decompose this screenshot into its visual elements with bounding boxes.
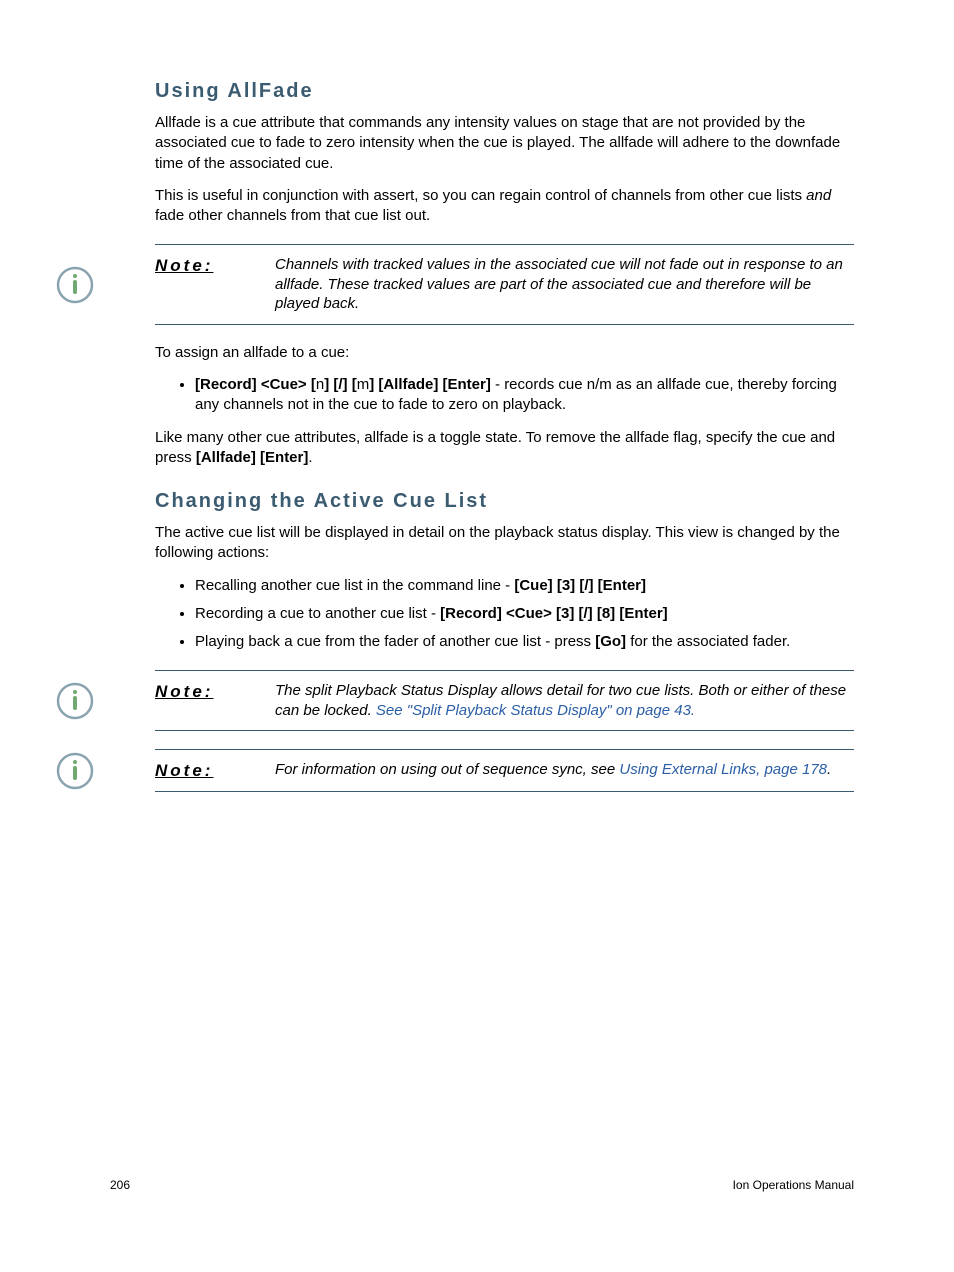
note-frame: Note: The split Playback Status Display … bbox=[155, 670, 854, 731]
section-title-allfade: Using AllFade bbox=[155, 80, 854, 103]
section-title-active-cue: Changing the Active Cue List bbox=[155, 490, 854, 513]
note-frame: Note: For information on using out of se… bbox=[155, 749, 854, 792]
note-label: Note: bbox=[155, 255, 275, 276]
note-block: Note: For information on using out of se… bbox=[105, 749, 854, 792]
text: Playing back a cue from the fader of ano… bbox=[195, 633, 595, 650]
text: for the associated fader. bbox=[626, 633, 790, 650]
note-label: Note: bbox=[155, 760, 275, 781]
text: n bbox=[316, 376, 324, 393]
text-bold: ] [/] [ bbox=[324, 376, 356, 393]
text-bold: [Record] <Cue> [3] [/] [8] [Enter] bbox=[440, 605, 668, 622]
bullet-list: Recalling another cue list in the comman… bbox=[155, 576, 854, 653]
text-bold: [Allfade] [Enter] bbox=[196, 449, 309, 466]
note-frame: Note: Channels with tracked values in th… bbox=[155, 244, 854, 325]
text: . bbox=[827, 761, 831, 778]
text-bold: [Record] <Cue> [ bbox=[195, 376, 316, 393]
text: fade other channels from that cue list o… bbox=[155, 207, 430, 224]
note-label: Note: bbox=[155, 681, 275, 702]
text: This is useful in conjunction with asser… bbox=[155, 187, 806, 204]
text-bold: [Cue] [3] [/] [Enter] bbox=[514, 577, 646, 594]
list-item: Playing back a cue from the fader of ano… bbox=[195, 632, 854, 652]
text: . bbox=[308, 449, 312, 466]
list-item: Recording a cue to another cue list - [R… bbox=[195, 604, 854, 624]
note-body: Channels with tracked values in the asso… bbox=[275, 255, 854, 314]
note-block: Note: The split Playback Status Display … bbox=[105, 670, 854, 731]
list-item: [Record] <Cue> [n] [/] [m] [Allfade] [En… bbox=[195, 375, 854, 416]
paragraph: Allfade is a cue attribute that commands… bbox=[155, 113, 854, 174]
text: Recalling another cue list in the comman… bbox=[195, 577, 514, 594]
paragraph: Like many other cue attributes, allfade … bbox=[155, 428, 854, 469]
cross-reference-link[interactable]: Using External Links, page 178 bbox=[619, 761, 827, 778]
note-body: For information on using out of sequence… bbox=[275, 760, 854, 780]
text-bold: ] [Allfade] [Enter] bbox=[369, 376, 491, 393]
paragraph: This is useful in conjunction with asser… bbox=[155, 186, 854, 227]
paragraph: The active cue list will be displayed in… bbox=[155, 523, 854, 564]
info-icon bbox=[55, 681, 95, 721]
text-emphasis: and bbox=[806, 187, 831, 204]
note-block: Note: Channels with tracked values in th… bbox=[105, 244, 854, 325]
bullet-list: [Record] <Cue> [n] [/] [m] [Allfade] [En… bbox=[155, 375, 854, 416]
page: Using AllFade Allfade is a cue attribute… bbox=[0, 0, 954, 1272]
main-content: Using AllFade Allfade is a cue attribute… bbox=[155, 80, 854, 810]
page-footer: 206 Ion Operations Manual bbox=[110, 1178, 854, 1192]
document-title-footer: Ion Operations Manual bbox=[733, 1178, 854, 1192]
note-body: The split Playback Status Display allows… bbox=[275, 681, 854, 720]
info-icon bbox=[55, 265, 95, 305]
page-number: 206 bbox=[110, 1178, 130, 1192]
text: Recording a cue to another cue list - bbox=[195, 605, 440, 622]
text: For information on using out of sequence… bbox=[275, 761, 619, 778]
info-icon bbox=[55, 751, 95, 791]
text: m bbox=[357, 376, 370, 393]
list-item: Recalling another cue list in the comman… bbox=[195, 576, 854, 596]
text-bold: [Go] bbox=[595, 633, 626, 650]
cross-reference-link[interactable]: See "Split Playback Status Display" on p… bbox=[376, 702, 695, 719]
paragraph: To assign an allfade to a cue: bbox=[155, 343, 854, 363]
